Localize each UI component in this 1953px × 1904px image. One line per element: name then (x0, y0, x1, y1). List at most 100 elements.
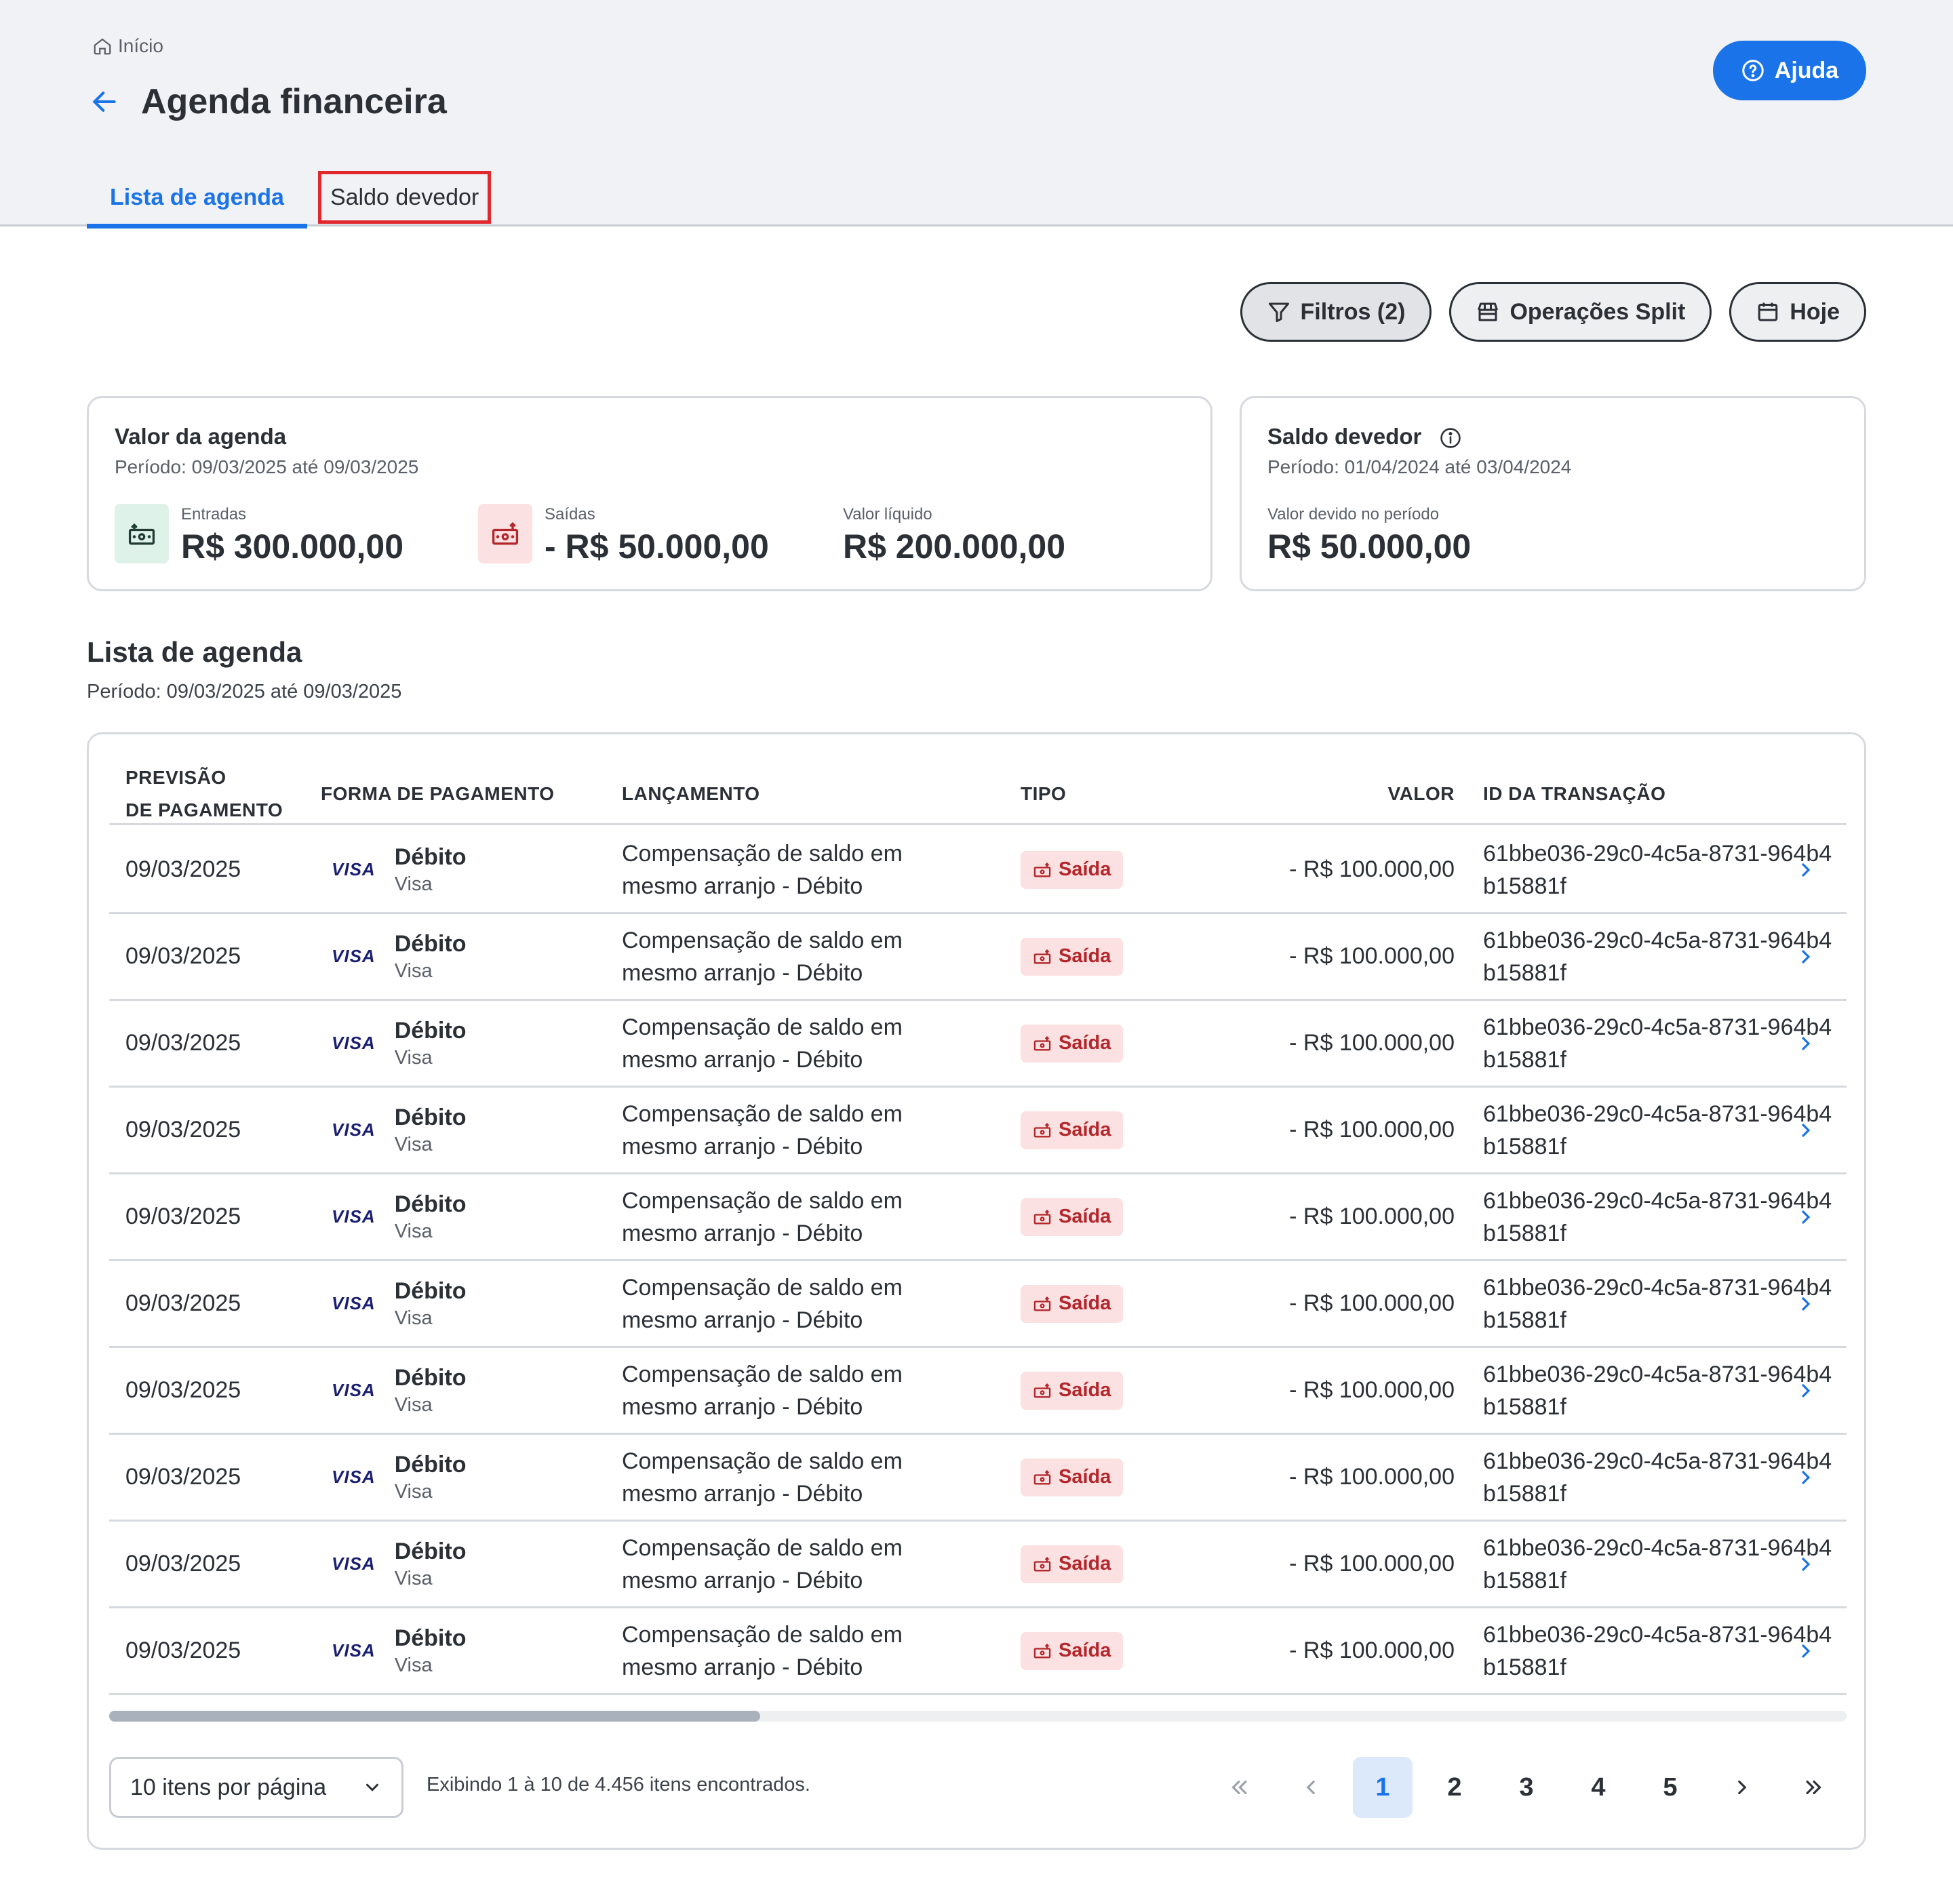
tab-saldo-devedor[interactable]: Saldo devedor (317, 171, 492, 224)
row-transaction-id: 61bbe036-29c0-4c5a-8731-964b4b15881f (1483, 840, 1832, 899)
list-section-period: Período: 09/03/2025 até 09/03/2025 (87, 681, 402, 702)
prev-page-button[interactable] (1281, 1757, 1341, 1818)
visa-logo-icon: VISA (332, 1119, 376, 1140)
row-payment-brand: Visa (394, 1307, 433, 1329)
calendar-icon (1758, 302, 1778, 321)
back-button[interactable] (88, 85, 121, 118)
row-details-button[interactable] (1786, 1174, 1826, 1259)
page-button-2[interactable]: 2 (1425, 1757, 1484, 1818)
chevron-left-icon (1306, 1780, 1315, 1795)
table-row[interactable]: 09/03/2025 VISA Débito Visa Compensação de s… (109, 827, 1847, 914)
liquido-value: R$ 200.000,00 (843, 528, 1066, 566)
row-date: 09/03/2025 (125, 1204, 241, 1229)
chevrons-right-icon (1806, 1780, 1821, 1795)
horizontal-scrollbar[interactable] (109, 1711, 1847, 1722)
row-payment-brand: Visa (394, 1393, 433, 1416)
money-out-icon (1033, 1296, 1051, 1311)
items-per-page-value: 10 itens por página (130, 1774, 327, 1800)
filter-icon (1268, 302, 1289, 322)
row-value: - R$ 100.000,00 (1289, 1204, 1455, 1229)
table-row[interactable]: 09/03/2025 VISA Débito Visa Compensação de s… (109, 1174, 1847, 1261)
scrollbar-thumb[interactable] (109, 1711, 760, 1722)
row-launch: Compensação de saldo em mesmo arranjo - … (622, 1361, 903, 1420)
money-out-icon (1033, 1035, 1051, 1050)
row-date: 09/03/2025 (125, 1464, 241, 1490)
table-row[interactable]: 09/03/2025 VISA Débito Visa Compensação de s… (109, 1608, 1847, 1695)
saidas-label: Saídas (545, 505, 595, 523)
breadcrumb-home[interactable]: Início (118, 35, 163, 57)
status-badge-label: Saída (1059, 1032, 1111, 1054)
help-button[interactable]: Ajuda (1713, 41, 1866, 100)
breadcrumb[interactable]: Início (92, 34, 163, 58)
row-date: 09/03/2025 (125, 943, 241, 969)
row-payment-method: VISA Débito Visa (332, 914, 466, 999)
next-page-button[interactable] (1712, 1757, 1772, 1818)
row-details-button[interactable] (1786, 1608, 1826, 1693)
split-operations-button-label: Operações Split (1510, 298, 1686, 325)
table-row[interactable]: 09/03/2025 VISA Débito Visa Compensação de s… (109, 1522, 1847, 1608)
row-details-button[interactable] (1786, 1435, 1826, 1520)
table-row[interactable]: 09/03/2025 VISA Débito Visa Compensação de s… (109, 1261, 1847, 1348)
store-icon (1478, 302, 1499, 321)
row-payment-type: Débito (394, 1538, 467, 1564)
metric-saidas: Saídas - R$ 50.000,00 (478, 504, 769, 566)
row-payment-brand: Visa (394, 1220, 433, 1242)
split-operations-button[interactable]: Operações Split (1449, 282, 1712, 342)
row-details-button[interactable] (1786, 914, 1826, 999)
row-details-button[interactable] (1786, 1261, 1826, 1346)
saldo-devedor-card: Saldo devedor Período: 01/04/2024 até 03… (1240, 396, 1866, 591)
chevron-right-icon (1802, 1557, 1811, 1571)
items-per-page-select[interactable]: 10 itens por página (109, 1757, 403, 1818)
table-header: PREVISÃO DE PAGAMENTO FORMA DE PAGAMENTO… (109, 761, 1847, 825)
filters-button[interactable]: Filtros (2) (1240, 282, 1432, 342)
row-payment-text: Débito Visa (395, 1539, 467, 1590)
row-launch: Compensação de saldo em mesmo arranjo - … (622, 1534, 903, 1593)
table-row[interactable]: 09/03/2025 VISA Débito Visa Compensação de s… (109, 1348, 1847, 1435)
money-out-icon (478, 504, 532, 563)
status-badge: Saída (1021, 1631, 1124, 1670)
row-details-button[interactable] (1786, 1001, 1826, 1086)
row-type: Saída (1021, 1608, 1124, 1693)
tab-lista-de-agenda[interactable]: Lista de agenda (87, 168, 307, 229)
row-type: Saída (1021, 1348, 1124, 1433)
row-details-button[interactable] (1786, 827, 1826, 912)
first-page-button[interactable] (1209, 1757, 1269, 1818)
page-button-4[interactable]: 4 (1569, 1757, 1628, 1818)
status-badge: Saída (1021, 1545, 1124, 1583)
metric-entradas: Entradas R$ 300.000,00 (115, 504, 403, 566)
visa-logo-icon: VISA (332, 1640, 376, 1661)
table-row[interactable]: 09/03/2025 VISA Débito Visa Compensação de s… (109, 1088, 1847, 1174)
row-payment-method: VISA Débito Visa (332, 1261, 466, 1346)
row-payment-text: Débito Visa (395, 1365, 467, 1416)
chevron-right-icon (1802, 862, 1811, 877)
info-icon[interactable] (1439, 427, 1462, 450)
agenda-summary-card: Valor da agenda Período: 09/03/2025 até … (87, 396, 1212, 591)
agenda-table-card: PREVISÃO DE PAGAMENTO FORMA DE PAGAMENTO… (87, 732, 1866, 1850)
page-button-5[interactable]: 5 (1640, 1757, 1700, 1818)
row-details-button[interactable] (1786, 1088, 1826, 1172)
status-badge: Saída (1021, 1458, 1124, 1496)
table-body: 09/03/2025 VISA Débito Visa Compensação de s… (109, 827, 1847, 1695)
table-row[interactable]: 09/03/2025 VISA Débito Visa Compensação de s… (109, 1001, 1847, 1088)
results-count-text: Exibindo 1 à 10 de 4.456 itens encontrad… (427, 1774, 810, 1796)
page-button-3[interactable]: 3 (1497, 1757, 1556, 1818)
row-details-button[interactable] (1786, 1522, 1826, 1606)
last-page-button[interactable] (1784, 1757, 1844, 1818)
row-type: Saída (1021, 1001, 1124, 1086)
today-button[interactable]: Hoje (1729, 282, 1866, 342)
chevron-right-icon (1802, 949, 1811, 964)
table-row[interactable]: 09/03/2025 VISA Débito Visa Compensação de s… (109, 914, 1847, 1001)
row-value: - R$ 100.000,00 (1289, 1117, 1455, 1143)
tab-bar: Lista de agenda Saldo devedor (87, 168, 492, 229)
row-launch: Compensação de saldo em mesmo arranjo - … (622, 1100, 903, 1159)
status-badge-label: Saída (1059, 945, 1111, 967)
money-out-icon (1033, 1209, 1051, 1224)
table-row[interactable]: 09/03/2025 VISA Débito Visa Compensação de s… (109, 1435, 1847, 1522)
status-badge: Saída (1021, 1284, 1124, 1323)
row-details-button[interactable] (1786, 1348, 1826, 1433)
page-button-1[interactable]: 1 (1353, 1757, 1413, 1818)
row-payment-brand: Visa (394, 959, 433, 982)
row-payment-brand: Visa (394, 873, 433, 895)
agenda-summary-title: Valor da agenda (115, 424, 287, 449)
status-badge: Saída (1021, 1371, 1124, 1410)
